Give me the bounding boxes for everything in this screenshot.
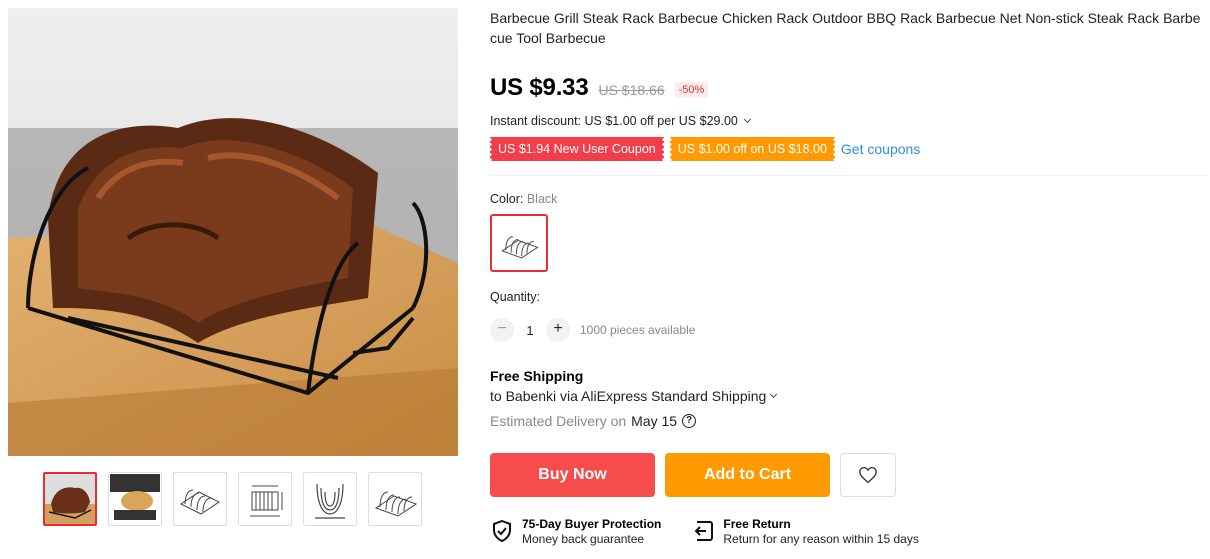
product-title: Barbecue Grill Steak Rack Barbecue Chick… <box>490 10 1201 46</box>
chevron-down-icon <box>743 115 751 123</box>
quantity-increase-button[interactable]: + <box>546 318 570 342</box>
chevron-down-icon <box>770 390 778 398</box>
color-label: Color: Black <box>490 192 1202 206</box>
buy-now-button[interactable]: Buy Now <box>490 453 655 497</box>
original-price: US $18.66 <box>598 82 665 98</box>
help-icon[interactable]: ? <box>682 414 697 428</box>
estimated-delivery: Estimated Delivery on May 15 ? <box>490 413 1202 429</box>
coupon-row: US $1.94 New User Coupon US $1.00 off on… <box>488 137 1202 161</box>
thumbnail-strip <box>43 472 422 526</box>
quantity-value[interactable]: 1 <box>514 323 546 338</box>
wishlist-button[interactable] <box>840 453 896 497</box>
buyer-protection-subtitle: Money back guarantee <box>522 532 645 546</box>
new-user-coupon[interactable]: US $1.94 New User Coupon <box>488 137 666 161</box>
thumbnail-rack-angle[interactable] <box>173 472 227 526</box>
buyer-protection-title: 75-Day Buyer Protection <box>522 517 662 531</box>
thumbnail-ribs-on-rack[interactable] <box>43 472 97 526</box>
shipping-method[interactable]: to Babenki via AliExpress Standard Shipp… <box>490 388 1202 404</box>
thumbnail-chicken-on-rack[interactable] <box>108 472 162 526</box>
quantity-stepper: − 1 + 1000 pieces available <box>490 318 1202 342</box>
instant-discount[interactable]: Instant discount: US $1.00 off per US $2… <box>490 114 1202 128</box>
free-return-title: Free Return <box>723 517 791 531</box>
rack-thumbnail-icon <box>501 236 539 259</box>
stock-available: 1000 pieces available <box>580 323 696 337</box>
main-product-image[interactable] <box>8 8 458 456</box>
price-row: US $9.33 US $18.66 -50% <box>490 74 1202 102</box>
product-info-panel: Barbecue Grill Steak Rack Barbecue Chick… <box>488 8 1208 547</box>
color-value: Black <box>526 192 558 206</box>
divider <box>490 175 1208 176</box>
quantity-decrease-button[interactable]: − <box>490 318 514 342</box>
quantity-label: Quantity: <box>490 290 541 304</box>
thumbnail-rack-front[interactable] <box>303 472 357 526</box>
delivery-date: May 15 <box>631 413 678 429</box>
delivery-label: Estimated Delivery on <box>490 413 627 429</box>
store-coupon[interactable]: US $1.00 off on US $18.00 <box>667 137 838 161</box>
color-swatch-black[interactable] <box>490 214 548 272</box>
guarantees: 75-Day Buyer Protection Money back guara… <box>490 517 1202 547</box>
thumbnail-rack-dimensions[interactable] <box>238 472 292 526</box>
free-return-subtitle: Return for any reason within 15 days <box>723 532 919 546</box>
shield-check-icon <box>493 519 511 543</box>
thumbnail-rack-side[interactable] <box>368 472 422 526</box>
shipping-title: Free Shipping <box>490 368 584 384</box>
instant-discount-text: Instant discount: US $1.00 off per US $2… <box>490 114 738 128</box>
buyer-protection[interactable]: 75-Day Buyer Protection Money back guara… <box>490 517 661 547</box>
action-buttons: Buy Now Add to Cart <box>490 453 1202 497</box>
discount-badge: -50% <box>674 82 709 98</box>
color-label-text: Color: <box>490 192 524 206</box>
return-icon <box>694 521 714 541</box>
free-return[interactable]: Free Return Return for any reason within… <box>691 517 919 547</box>
heart-icon <box>859 466 877 484</box>
add-to-cart-button[interactable]: Add to Cart <box>665 453 830 497</box>
shipping-method-text: to Babenki via AliExpress Standard Shipp… <box>490 388 767 404</box>
get-coupons-link[interactable]: Get coupons <box>841 141 920 157</box>
current-price: US $9.33 <box>490 74 589 101</box>
